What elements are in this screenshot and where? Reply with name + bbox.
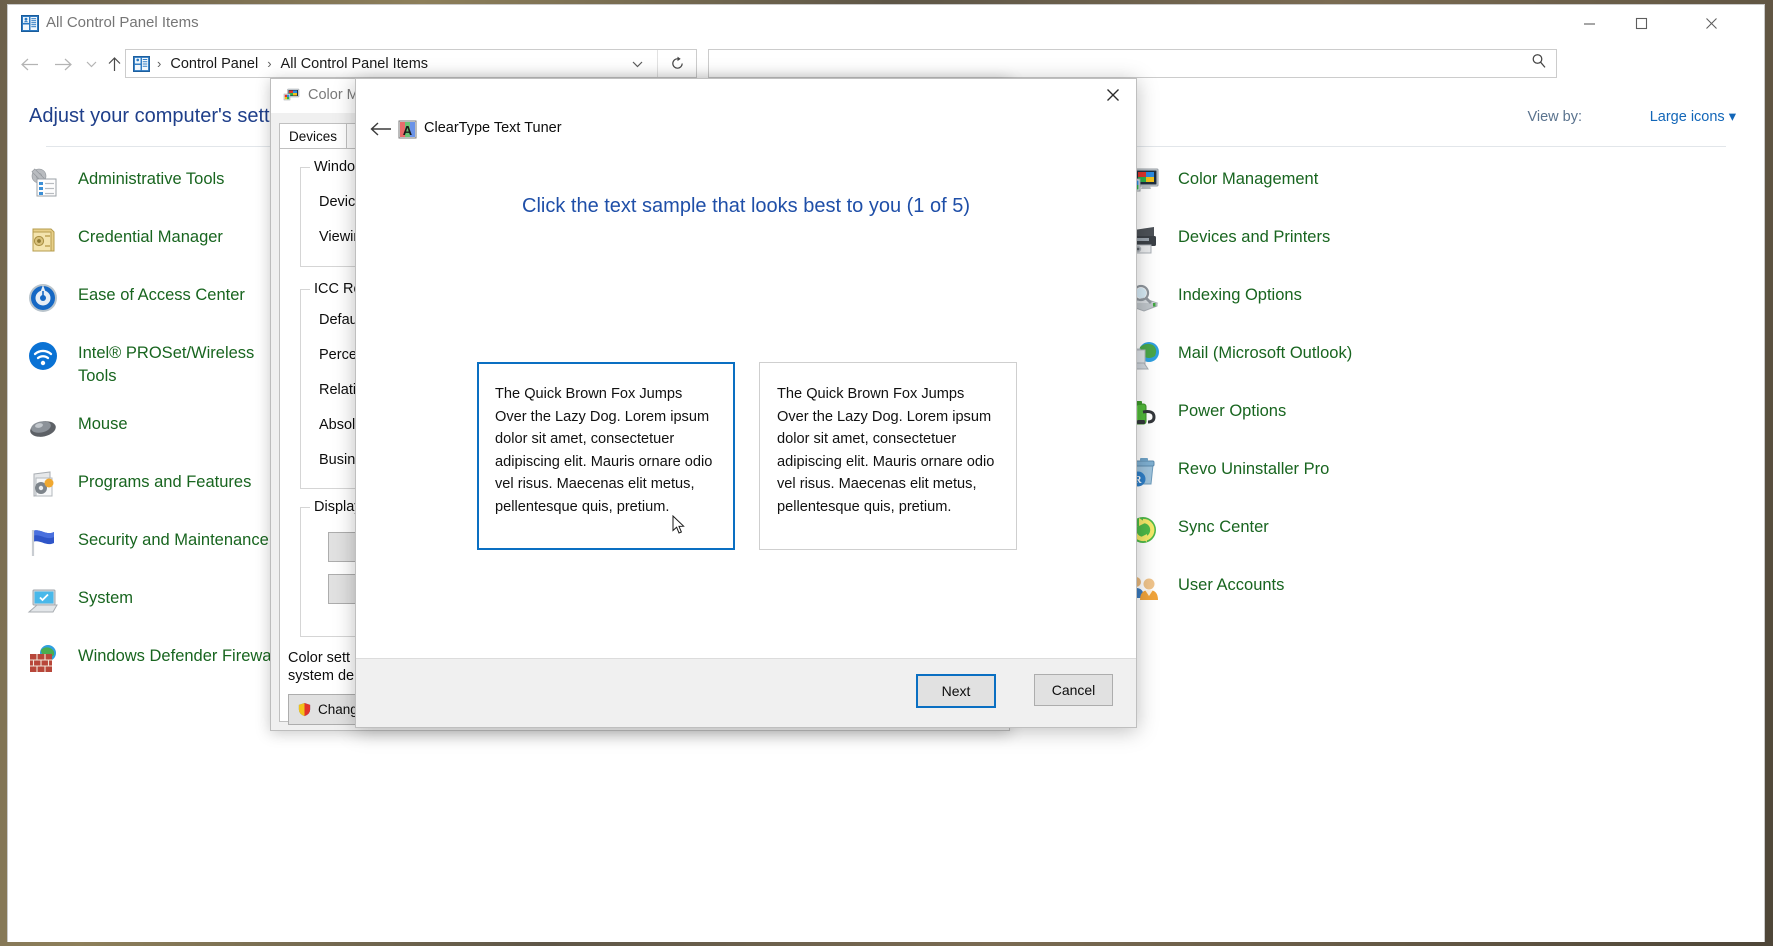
intel-proset-wireless-icon	[26, 339, 60, 373]
text-sample-option-1[interactable]: The Quick Brown Fox Jumps Over the Lazy …	[477, 362, 735, 550]
close-icon[interactable]	[1090, 79, 1136, 111]
cp-item-label: Security and Maintenance	[78, 530, 269, 549]
items-column-right: Color Management Devices and Printers In…	[1126, 164, 1456, 628]
breadcrumb-separator-2: ›	[267, 56, 272, 71]
cp-item-label: Administrative Tools	[78, 170, 225, 188]
up-button[interactable]	[101, 51, 127, 77]
ease-of-access-icon	[26, 281, 60, 315]
cp-item-label: Indexing Options	[1178, 286, 1302, 304]
button-label: Cancel	[1051, 682, 1096, 698]
dialog-heading: Click the text sample that looks best to…	[522, 195, 970, 217]
text-sample-group: The Quick Brown Fox Jumps Over the Lazy …	[477, 362, 1017, 552]
programs-and-features-icon	[26, 468, 60, 502]
view-by-dropdown[interactable]: Large icons ▾	[1650, 109, 1736, 125]
mouse-icon	[26, 410, 60, 444]
cp-item-label: Intel® PROSet/Wireless Tools	[78, 344, 255, 386]
cp-item-color-management[interactable]: Color Management	[1126, 164, 1456, 202]
cp-item-label: Windows Defender Firewall	[78, 646, 279, 665]
credential-manager-icon	[26, 223, 60, 257]
system-defaults-note-line1: Color sett	[288, 650, 351, 666]
button-label: Next	[941, 683, 971, 699]
cleartype-text-tuner-dialog: A ClearType Text Tuner Click the text sa…	[355, 78, 1137, 728]
address-control-panel-icon	[133, 55, 150, 72]
forward-button[interactable]	[50, 51, 76, 77]
view-by-label: View by:	[1527, 109, 1582, 125]
cp-item-devices-and-printers[interactable]: Devices and Printers	[1126, 222, 1456, 260]
cp-item-power-options[interactable]: Power Options	[1126, 396, 1456, 434]
maximize-button[interactable]	[1616, 5, 1666, 41]
window-title: All Control Panel Items	[46, 14, 199, 31]
cp-item-label: Programs and Features	[78, 472, 252, 491]
cp-item-label: Power Options	[1178, 402, 1287, 420]
button-label: Chang	[318, 702, 358, 717]
cp-item-mail-microsoft-outlook[interactable]: Mail (Microsoft Outlook)	[1126, 338, 1456, 376]
cp-item-label: Sync Center	[1178, 518, 1269, 536]
cp-item-label: Mail (Microsoft Outlook)	[1178, 344, 1353, 362]
cancel-button[interactable]: Cancel	[1034, 674, 1113, 706]
search-icon	[1531, 53, 1547, 74]
refresh-icon[interactable]	[657, 50, 696, 77]
cp-item-indexing-options[interactable]: Indexing Options	[1126, 280, 1456, 318]
breadcrumb-separator-1: ›	[157, 56, 162, 71]
back-arrow-icon[interactable]	[366, 115, 396, 143]
back-button[interactable]	[16, 51, 42, 77]
mouse-pointer-icon	[672, 514, 685, 535]
text-sample-option-2[interactable]: The Quick Brown Fox Jumps Over the Lazy …	[759, 362, 1017, 550]
cp-item-label: Devices and Printers	[1178, 228, 1331, 246]
control-panel-titlebar: All Control Panel Items	[8, 5, 1764, 43]
cp-item-label: Mouse	[78, 414, 128, 433]
system-icon	[26, 584, 60, 618]
tab-devices[interactable]: Devices	[279, 123, 348, 148]
security-and-maintenance-icon	[26, 526, 60, 560]
cp-item-label: Revo Uninstaller Pro	[1178, 460, 1330, 478]
next-button[interactable]: Next	[916, 674, 996, 708]
navigation-bar: › Control Panel › All Control Panel Item…	[8, 43, 1764, 83]
cp-item-label: User Accounts	[1178, 576, 1285, 594]
cp-item-sync-center[interactable]: Sync Center	[1126, 512, 1456, 550]
cp-item-user-accounts[interactable]: User Accounts	[1126, 570, 1456, 608]
cp-item-label: Color Management	[1178, 170, 1319, 188]
sample-text: The Quick Brown Fox Jumps Over the Lazy …	[495, 386, 713, 516]
system-defaults-note-line2: system de	[288, 668, 355, 684]
breadcrumb-control-panel[interactable]: Control Panel	[168, 56, 260, 72]
cp-item-label: Credential Manager	[78, 228, 223, 246]
cp-item-label: Ease of Access Center	[78, 286, 245, 304]
minimize-button[interactable]	[1564, 5, 1614, 41]
page-title: Adjust your computer's settings	[29, 105, 307, 127]
screen: All Control Panel Items › Control Panel …	[0, 0, 1773, 946]
search-input[interactable]	[708, 49, 1557, 78]
color-management-icon	[283, 88, 300, 104]
windows-defender-firewall-icon	[26, 642, 60, 676]
dialog-title: ClearType Text Tuner	[424, 120, 562, 136]
cp-item-revo-uninstaller-pro[interactable]: R Revo Uninstaller Pro	[1126, 454, 1456, 492]
sample-text: The Quick Brown Fox Jumps Over the Lazy …	[777, 386, 995, 516]
cleartype-a-icon: A	[398, 120, 417, 139]
chevron-down-icon[interactable]	[624, 50, 650, 77]
shield-icon	[297, 702, 312, 717]
tab-label: Devices	[289, 128, 338, 144]
svg-text:A: A	[403, 123, 413, 138]
administrative-tools-icon	[26, 165, 60, 199]
dialog-footer: Next Cancel	[356, 658, 1136, 727]
breadcrumb-all-items[interactable]: All Control Panel Items	[279, 56, 430, 72]
address-bar[interactable]: › Control Panel › All Control Panel Item…	[125, 49, 697, 78]
cp-item-label: System	[78, 588, 134, 607]
close-button[interactable]	[1686, 5, 1736, 41]
control-panel-icon	[21, 15, 39, 32]
